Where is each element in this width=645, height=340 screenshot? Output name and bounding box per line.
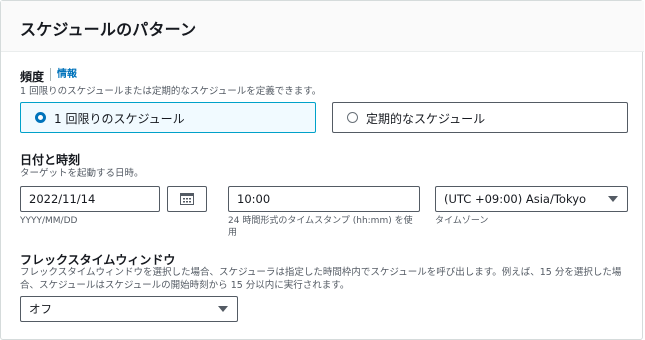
info-link[interactable]: 情報 <box>50 68 77 81</box>
recurring-schedule-option[interactable]: 定期的なスケジュール <box>332 102 628 133</box>
radio-unselected-icon[interactable] <box>347 112 358 123</box>
section-title: スケジュールのパターン <box>20 20 197 39</box>
date-time-label: 日付と時刻 <box>20 153 81 167</box>
calendar-icon <box>180 193 194 205</box>
option-label: 1 回限りのスケジュール <box>54 112 185 126</box>
panel-header: スケジュールのパターン <box>1 1 644 52</box>
flex-window-select[interactable]: オフ <box>20 296 238 322</box>
time-format-hint: 24 時間形式のタイムスタンプ (hh:mm) を使用 <box>228 216 413 238</box>
frequency-label: 頻度 <box>20 70 45 84</box>
time-input[interactable]: 10:00 <box>228 186 420 212</box>
schedule-pattern-panel: スケジュールのパターン 頻度 情報 1 回限りのスケジュールまたは定期的なスケジ… <box>0 0 644 340</box>
option-label: 定期的なスケジュール <box>366 112 486 126</box>
calendar-button[interactable] <box>167 186 207 212</box>
caret-down-icon <box>218 306 228 312</box>
radio-selected-icon[interactable] <box>35 112 46 123</box>
date-input[interactable]: 2022/11/14 <box>20 186 160 212</box>
caret-down-icon <box>608 196 618 202</box>
frequency-description: 1 回限りのスケジュールまたは定期的なスケジュールを定義できます。 <box>20 86 322 97</box>
timezone-hint: タイムゾーン <box>435 216 489 226</box>
flex-window-value: オフ <box>29 302 52 316</box>
one-time-schedule-option[interactable]: 1 回限りのスケジュール <box>20 102 316 133</box>
date-time-description: ターゲットを起動する日時。 <box>20 168 144 179</box>
date-format-hint: YYYY/MM/DD <box>20 216 78 226</box>
flex-window-description: フレックスタイムウィンドウを選択した場合、スケジューラは指定した時間枠内でスケジ… <box>20 267 622 291</box>
timezone-select[interactable]: (UTC +09:00) Asia/Tokyo <box>435 186 628 212</box>
timezone-value: (UTC +09:00) Asia/Tokyo <box>444 192 587 206</box>
